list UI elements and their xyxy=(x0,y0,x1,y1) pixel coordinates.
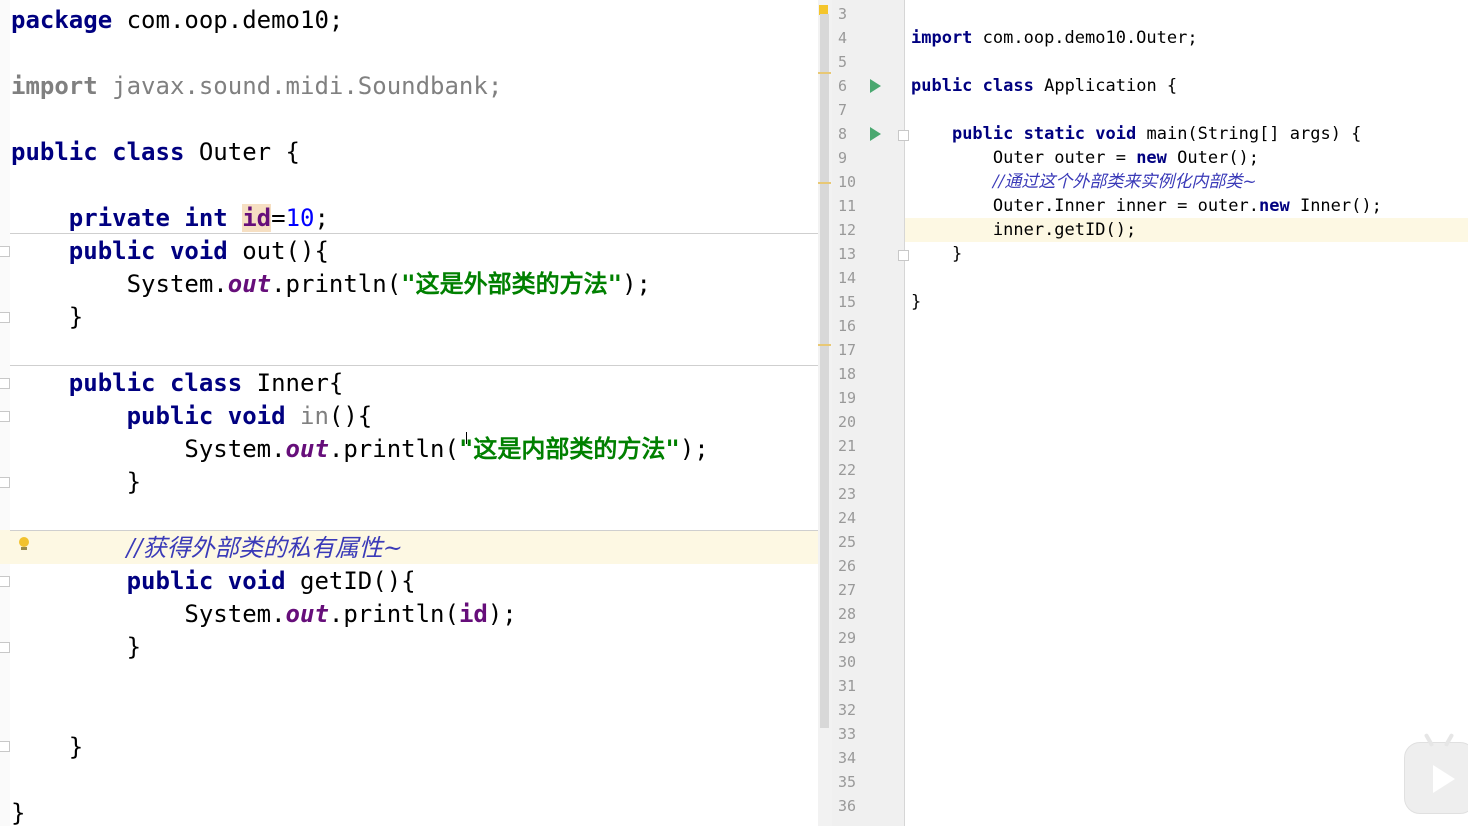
fold-marker[interactable] xyxy=(0,411,10,422)
line-number: 28 xyxy=(838,605,857,623)
code-line-comment[interactable]: //获得外部类的私有属性~ xyxy=(11,532,403,565)
code-line-class-outer[interactable]: public class Outer { xyxy=(11,136,300,169)
fold-marker[interactable] xyxy=(0,312,10,323)
line-number: 5 xyxy=(838,53,848,71)
code-line-getid-call[interactable]: inner.getID(); xyxy=(911,218,1136,242)
line-number: 10 xyxy=(838,173,857,191)
code-line-in-println[interactable]: System.out.println("这是内部类的方法"); xyxy=(11,433,708,466)
line-number: 13 xyxy=(838,245,857,263)
line-number: 35 xyxy=(838,773,857,791)
fold-marker[interactable] xyxy=(898,130,909,141)
fold-marker[interactable] xyxy=(0,246,10,257)
line-number: 6 xyxy=(838,77,848,95)
line-number: 4 xyxy=(838,29,848,47)
line-number: 30 xyxy=(838,653,857,671)
line-number: 7 xyxy=(838,101,848,119)
line-number: 23 xyxy=(838,485,857,503)
right-editor-pane[interactable]: 3 4 5 6 7 8 9 10 11 12 13 14 15 16 17 18 19 20 21 22 23 24 25 2… xyxy=(832,0,1468,826)
scrollbar-thumb[interactable] xyxy=(820,14,829,728)
error-stripe-mark[interactable] xyxy=(818,72,831,74)
line-number: 31 xyxy=(838,677,857,695)
error-stripe-mark[interactable] xyxy=(818,344,831,346)
code-line-out-method[interactable]: public void out(){ xyxy=(11,235,329,268)
code-line-import[interactable]: import javax.sound.midi.Soundbank; xyxy=(11,70,502,103)
line-number: 14 xyxy=(838,269,857,287)
code-line-new-inner[interactable]: Outer.Inner inner = outer.new Inner(); xyxy=(911,194,1382,218)
line-number: 32 xyxy=(838,701,857,719)
code-line-in-method[interactable]: public void in(){ xyxy=(11,400,373,433)
line-number: 21 xyxy=(838,437,857,455)
line-number: 3 xyxy=(838,5,848,23)
code-line-main-method[interactable]: public static void main(String[] args) { xyxy=(911,122,1361,146)
play-icon xyxy=(1433,765,1455,793)
line-number: 19 xyxy=(838,389,857,407)
line-number: 26 xyxy=(838,557,857,575)
code-line-new-outer[interactable]: Outer outer = new Outer(); xyxy=(911,146,1259,170)
line-number: 33 xyxy=(838,725,857,743)
run-method-icon[interactable] xyxy=(870,127,881,141)
fold-marker[interactable] xyxy=(0,576,10,587)
code-line-package[interactable]: package com.oop.demo10; xyxy=(11,4,343,37)
line-number: 16 xyxy=(838,317,857,335)
text-cursor xyxy=(466,432,467,444)
code-line-brace[interactable]: } xyxy=(911,290,921,314)
line-number: 11 xyxy=(838,197,857,215)
code-line-import[interactable]: import com.oop.demo10.Outer; xyxy=(911,26,1198,50)
fold-marker[interactable] xyxy=(0,642,10,653)
code-line-getid-println[interactable]: System.out.println(id); xyxy=(11,598,516,631)
code-line-comment[interactable]: //通过这个外部类来实例化内部类~ xyxy=(911,170,1257,194)
code-line-brace[interactable]: } xyxy=(11,301,83,334)
line-number: 18 xyxy=(838,365,857,383)
line-number: 27 xyxy=(838,581,857,599)
left-editor-pane[interactable]: package com.oop.demo10; import javax.sou… xyxy=(0,0,818,826)
line-number: 8 xyxy=(838,125,848,143)
code-line-field-id[interactable]: private int id=10; xyxy=(11,202,329,235)
fold-marker[interactable] xyxy=(0,477,10,488)
code-line-class-inner[interactable]: public class Inner{ xyxy=(11,367,344,400)
line-number: 9 xyxy=(838,149,848,167)
line-number: 34 xyxy=(838,749,857,767)
method-separator xyxy=(10,365,818,366)
fold-marker[interactable] xyxy=(0,741,10,752)
code-line-brace[interactable]: } xyxy=(11,466,141,499)
line-number: 25 xyxy=(838,533,857,551)
code-line-brace[interactable]: } xyxy=(11,797,25,826)
method-separator xyxy=(10,530,818,531)
line-number: 12 xyxy=(838,221,857,239)
error-stripe-mark[interactable] xyxy=(818,182,831,184)
code-line-class-application[interactable]: public class Application { xyxy=(911,74,1177,98)
code-line-brace[interactable]: } xyxy=(911,242,962,266)
editor-scrollbar[interactable] xyxy=(818,0,832,826)
code-line-out-println[interactable]: System.out.println("这是外部类的方法"); xyxy=(11,268,651,301)
line-number: 20 xyxy=(838,413,857,431)
code-line-brace[interactable]: } xyxy=(11,731,83,764)
fold-marker[interactable] xyxy=(898,250,909,261)
line-number: 22 xyxy=(838,461,857,479)
line-number: 29 xyxy=(838,629,857,647)
line-number: 24 xyxy=(838,509,857,527)
fold-marker[interactable] xyxy=(0,378,10,389)
line-number: 36 xyxy=(838,797,857,815)
line-number: 17 xyxy=(838,341,857,359)
line-number-gutter: 3 4 5 6 7 8 9 10 11 12 13 14 15 16 17 18 19 20 21 22 23 24 25 2… xyxy=(832,0,905,826)
code-line-getid-method[interactable]: public void getID(){ xyxy=(11,565,416,598)
video-play-button[interactable] xyxy=(1404,732,1468,814)
run-class-icon[interactable] xyxy=(870,79,881,93)
line-number: 15 xyxy=(838,293,857,311)
code-line-brace[interactable]: } xyxy=(11,631,141,664)
